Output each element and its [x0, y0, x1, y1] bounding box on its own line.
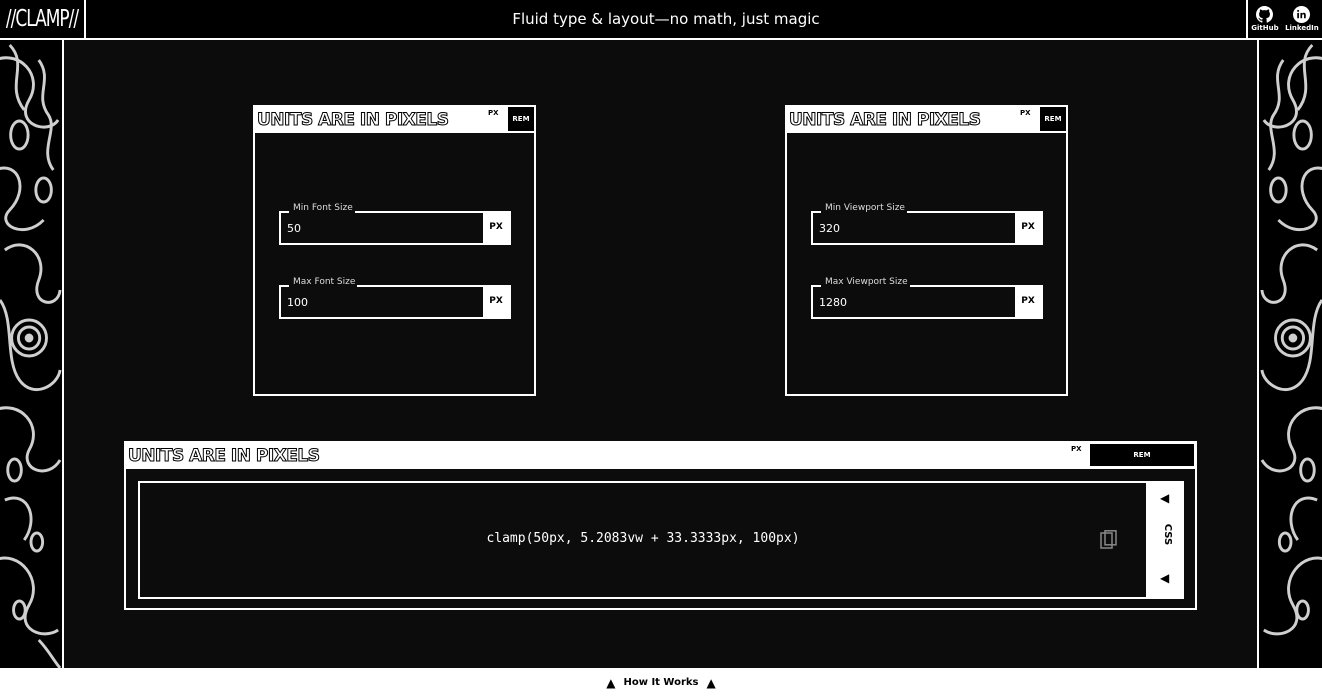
output-box: clamp(50px, 5.2083vw + 33.3333px, 100px)…: [138, 481, 1184, 599]
output-card: UNITS ARE IN PIXELS PX REM clamp(50px, 5…: [124, 441, 1197, 610]
min-font-unit-button[interactable]: PX: [483, 211, 509, 243]
min-font-size-field: Min Font Size PX: [279, 203, 511, 245]
how-it-works-label: How It Works: [623, 677, 699, 688]
min-font-size-input[interactable]: [287, 222, 467, 235]
linkedin-link[interactable]: LinkedIn: [1285, 6, 1319, 32]
arrow-up-icon: ▲: [706, 675, 716, 690]
card-title: UNITS ARE IN PIXELS: [127, 446, 320, 467]
page-title: Fluid type & layout—no math, just magic: [512, 10, 820, 28]
rem-toggle[interactable]: REM: [1040, 107, 1066, 131]
max-viewport-size-field: Max Viewport Size PX: [811, 277, 1043, 319]
card-header: UNITS ARE IN PIXELS PX REM: [787, 107, 1066, 133]
format-selector: ◀ CSS ◀: [1146, 481, 1184, 599]
min-font-size-label: Min Font Size: [291, 203, 355, 213]
min-viewport-size-input[interactable]: [819, 222, 999, 235]
max-font-size-label: Max Font Size: [291, 277, 358, 287]
github-label: GitHub: [1251, 24, 1279, 32]
rem-toggle[interactable]: REM: [508, 107, 534, 131]
max-viewport-unit-button[interactable]: PX: [1015, 285, 1041, 317]
card-title: UNITS ARE IN PIXELS: [256, 110, 449, 131]
px-toggle[interactable]: PX: [488, 109, 499, 117]
max-viewport-size-label: Max Viewport Size: [823, 277, 910, 287]
max-viewport-size-input[interactable]: [819, 296, 999, 309]
px-toggle[interactable]: PX: [1071, 445, 1082, 453]
min-viewport-unit-button[interactable]: PX: [1015, 211, 1041, 243]
how-it-works-button[interactable]: ▲ How It Works ▲: [0, 668, 1322, 697]
linkedin-icon: [1293, 6, 1311, 23]
card-title: UNITS ARE IN PIXELS: [788, 110, 981, 131]
linkedin-label: LinkedIn: [1285, 24, 1319, 32]
logo[interactable]: //CLAMP//: [0, 0, 86, 38]
arrow-up-icon: ▲: [606, 675, 616, 690]
min-viewport-size-label: Min Viewport Size: [823, 203, 907, 213]
card-header: UNITS ARE IN PIXELS PX REM: [126, 443, 1195, 469]
social-links: GitHub LinkedIn: [1246, 0, 1322, 38]
clamp-output[interactable]: clamp(50px, 5.2083vw + 33.3333px, 100px): [140, 531, 1146, 546]
rem-toggle[interactable]: REM: [1089, 443, 1195, 467]
min-viewport-size-field: Min Viewport Size PX: [811, 203, 1043, 245]
github-icon: [1256, 6, 1274, 23]
max-font-size-field: Max Font Size PX: [279, 277, 511, 319]
max-font-size-input[interactable]: [287, 296, 467, 309]
format-next-arrow-icon[interactable]: ◀: [1160, 571, 1169, 585]
viewport-size-card: UNITS ARE IN PIXELS PX REM Min Viewport …: [785, 105, 1068, 396]
left-decorative-pattern: [0, 40, 64, 668]
max-font-unit-button[interactable]: PX: [483, 285, 509, 317]
github-link[interactable]: GitHub: [1251, 6, 1279, 32]
copy-icon[interactable]: [1100, 530, 1118, 550]
px-toggle[interactable]: PX: [1020, 109, 1031, 117]
header: //CLAMP// Fluid type & layout—no math, j…: [0, 0, 1322, 40]
logo-text: //CLAMP//: [5, 5, 79, 33]
format-label: CSS: [1162, 523, 1174, 546]
format-prev-arrow-icon[interactable]: ◀: [1160, 491, 1169, 505]
card-header: UNITS ARE IN PIXELS PX REM: [255, 107, 534, 133]
right-decorative-pattern: [1257, 40, 1322, 668]
font-size-card: UNITS ARE IN PIXELS PX REM Min Font Size…: [253, 105, 536, 396]
